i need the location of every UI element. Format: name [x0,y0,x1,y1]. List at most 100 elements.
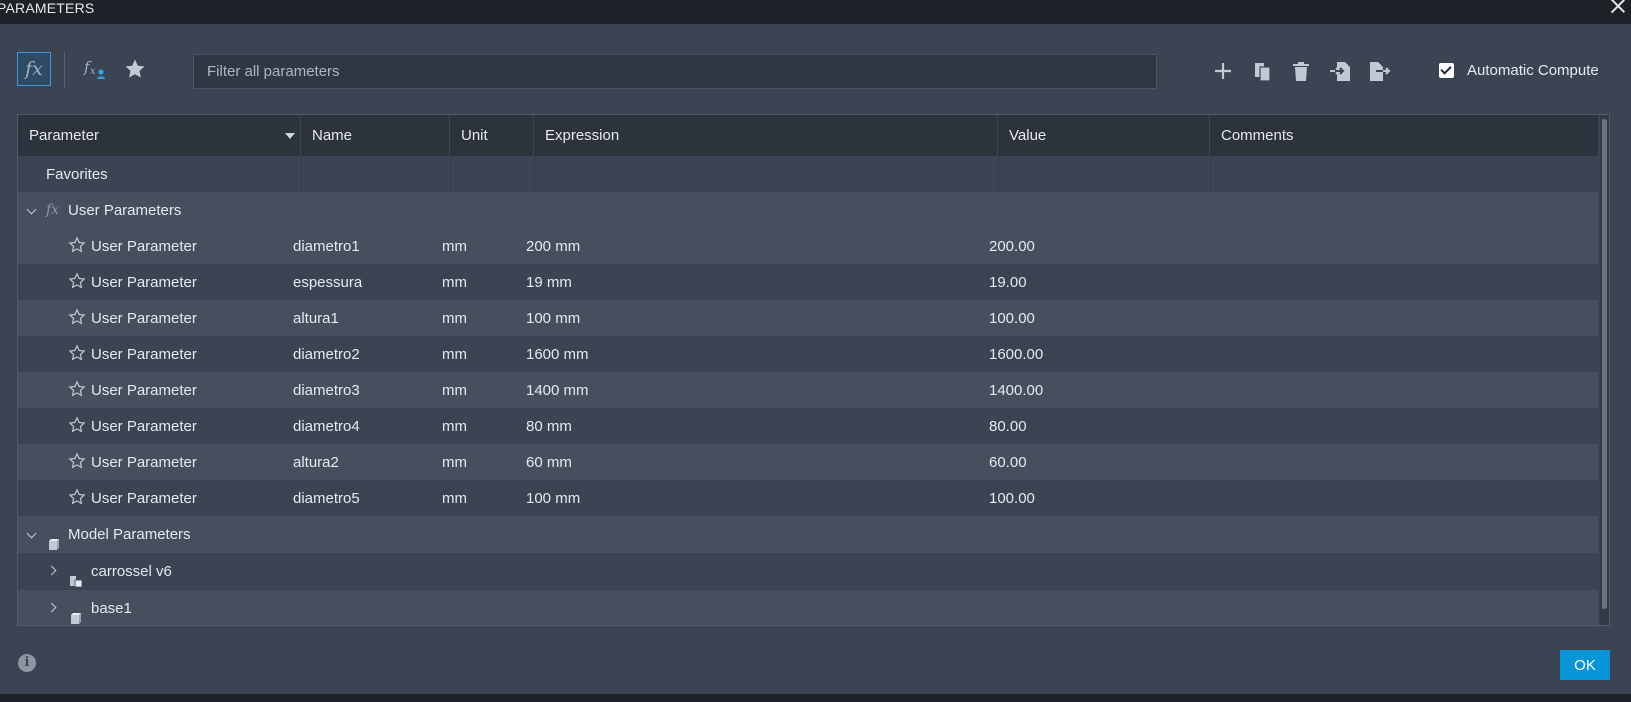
user-parameter-row[interactable]: User Parameter espessura mm 19 mm 19.00 [18,264,1598,301]
column-header-parameter-label: Parameter [29,127,100,144]
parameter-name[interactable]: diametro3 [293,372,360,409]
parameter-expression[interactable]: 60 mm [526,444,572,481]
collapse-chevron-icon[interactable] [26,190,37,227]
parameter-value: 1400.00 [989,382,1044,399]
parameter-unit[interactable]: mm [442,336,467,373]
parameter-value: 100.00 [989,310,1035,327]
parameter-unit[interactable]: mm [442,228,467,265]
parameter-name[interactable]: altura2 [293,444,339,481]
parameter-expression[interactable]: 80 mm [526,408,572,445]
import-icon[interactable] [1328,59,1352,83]
column-divider [534,156,535,193]
favorites-row[interactable]: Favorites [18,156,1598,193]
user-parameter-row[interactable]: User Parameter diametro4 mm 80 mm 80.00 [18,408,1598,445]
vertical-scrollbar[interactable] [1600,115,1609,625]
parameter-type: User Parameter [91,382,197,399]
parameter-value: 100.00 [989,490,1035,507]
close-icon[interactable] [1609,0,1627,16]
column-header-expression[interactable]: Expression [534,115,998,156]
parameter-type: User Parameter [91,238,197,255]
model-component-row[interactable]: base1 [18,588,1598,625]
parameter-unit[interactable]: mm [442,372,467,409]
parameter-unit[interactable]: mm [442,264,467,301]
parameter-type: User Parameter [91,454,197,471]
column-header-value[interactable]: Value [998,115,1210,156]
model-component-row[interactable]: carrossel v6 [18,553,1598,590]
user-parameter-row[interactable]: User Parameter diametro2 mm 1600 mm 1600.00 [18,336,1598,373]
collapse-chevron-icon[interactable] [26,514,37,551]
parameter-expression[interactable]: 19 mm [526,264,572,301]
column-header-comments[interactable]: Comments [1210,115,1598,156]
scrollbar-thumb[interactable] [1602,119,1607,609]
favorite-star-icon[interactable] [68,488,86,506]
column-header-name[interactable]: Name [301,115,450,156]
favorite-star-icon[interactable] [68,452,86,470]
sort-arrow-icon[interactable] [285,133,295,139]
automatic-compute-checkbox[interactable] [1439,63,1454,78]
expand-chevron-icon[interactable] [46,588,57,625]
favorites-filter-button[interactable] [118,52,152,86]
bottom-strip [0,694,1631,702]
svg-text:x: x [90,66,96,77]
fx-group-icon: fx [46,202,60,218]
parameter-type: User Parameter [91,346,197,363]
parameter-unit[interactable]: mm [442,480,467,517]
parameter-name[interactable]: diametro1 [293,228,360,265]
user-parameter-row[interactable]: User Parameter diametro1 mm 200 mm 200.00 [18,228,1598,265]
star-icon [125,59,145,78]
automatic-compute[interactable]: Automatic Compute [1439,62,1599,79]
user-parameters-button[interactable]: f x [78,52,112,86]
export-icon[interactable] [1367,59,1391,83]
component-group-icon [47,528,60,550]
parameter-type: User Parameter [91,274,197,291]
parameter-unit[interactable]: mm [442,300,467,337]
favorite-star-icon[interactable] [68,344,86,362]
parameter-type: User Parameter [91,490,197,507]
parameter-name[interactable]: altura1 [293,300,339,337]
parameter-value: 60.00 [989,454,1027,471]
ok-button[interactable]: OK [1560,650,1610,680]
parameter-expression[interactable]: 100 mm [526,300,580,337]
delete-icon[interactable] [1289,59,1313,83]
info-icon[interactable]: i [18,654,36,672]
filter-parameters-input[interactable] [193,54,1157,89]
assembly-icon [69,565,83,588]
parameters-table: Parameter Name Unit Expression Value Com… [17,114,1610,626]
table-header: Parameter Name Unit Expression Value Com… [18,115,1598,156]
parameter-name[interactable]: diametro2 [293,336,360,373]
parameter-expression[interactable]: 100 mm [526,480,580,517]
parameter-name[interactable]: espessura [293,264,362,301]
favorite-star-icon[interactable] [68,380,86,398]
favorite-star-icon[interactable] [68,308,86,326]
user-parameter-row[interactable]: User Parameter altura2 mm 60 mm 60.00 [18,444,1598,481]
user-parameter-row[interactable]: User Parameter altura1 mm 100 mm 100.00 [18,300,1598,337]
column-divider [1210,156,1211,193]
parameter-unit[interactable]: mm [442,444,467,481]
add-icon[interactable] [1211,59,1235,83]
parameter-expression[interactable]: 1400 mm [526,372,589,409]
parameter-expression[interactable]: 200 mm [526,228,580,265]
favorite-star-icon[interactable] [68,416,86,434]
all-parameters-button[interactable]: fx [17,52,51,86]
favorite-star-icon[interactable] [68,236,86,254]
user-parameter-row[interactable]: User Parameter diametro3 mm 1400 mm 1400.00 [18,372,1598,409]
copy-icon[interactable] [1250,59,1274,83]
favorite-star-icon[interactable] [68,272,86,290]
parameter-value: 1600.00 [989,346,1044,363]
parameter-unit[interactable]: mm [442,408,467,445]
column-header-parameter[interactable]: Parameter [18,115,301,156]
parameter-name[interactable]: diametro4 [293,408,360,445]
model-parameters-group-label: Model Parameters [68,526,191,543]
parameter-type: User Parameter [91,310,197,327]
parameter-expression[interactable]: 1600 mm [526,336,589,373]
expand-chevron-icon[interactable] [46,551,57,588]
user-parameter-row[interactable]: User Parameter diametro5 mm 100 mm 100.00 [18,480,1598,517]
column-divider [450,156,451,193]
user-parameters-group-row[interactable]: fx User Parameters [18,192,1598,229]
column-header-unit[interactable]: Unit [450,115,534,156]
toolbar-separator [64,52,65,88]
favorites-label: Favorites [46,166,108,183]
window-title: PARAMETERS [0,0,95,16]
model-parameters-group-row[interactable]: Model Parameters [18,516,1598,553]
parameter-name[interactable]: diametro5 [293,480,360,517]
